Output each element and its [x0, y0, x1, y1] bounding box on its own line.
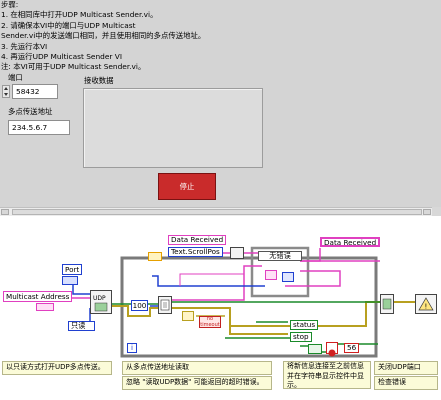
- step-line: 1. 在相同库中打开UDP Multicast Sender.vi。: [1, 10, 158, 20]
- svg-text:!: !: [425, 303, 428, 311]
- step-line: 注: 本VI可用于UDP Multicast Sender.vi。: [1, 62, 146, 72]
- status-unbundle[interactable]: status: [290, 320, 319, 330]
- multicast-address-terminal[interactable]: Multicast Address: [3, 291, 73, 302]
- no-timeout-icon[interactable]: no timeout: [199, 316, 221, 328]
- unbundle-error-icon: [182, 311, 194, 321]
- instructions-block: 步骤: 1. 在相同库中打开UDP Multicast Sender.vi。 2…: [1, 0, 281, 73]
- timeout-constant[interactable]: 100: [131, 300, 148, 311]
- data-received-indicator[interactable]: Data Received: [320, 237, 381, 247]
- udp-read-icon[interactable]: [158, 296, 172, 314]
- udp-open-multicast-icon[interactable]: UDP: [90, 290, 112, 314]
- step-line: 3. 先运行本VI: [1, 41, 48, 51]
- comment-close-udp: 关闭UDP端口: [374, 361, 438, 375]
- concatenate-strings-icon: [265, 270, 277, 280]
- scrollbar-thumb[interactable]: [12, 209, 422, 215]
- comment-concatenate: 将新信息连接至之前信息并在字符串显示控件中显示。: [283, 361, 371, 389]
- scroll-left-icon[interactable]: [1, 209, 9, 215]
- text-scrollpos-property[interactable]: Text.ScrollPos: [168, 247, 223, 257]
- stop-button[interactable]: 停止: [158, 173, 216, 200]
- string-length-icon: [230, 247, 244, 259]
- svg-text:UDP: UDP: [93, 295, 106, 302]
- comment-check-error: 检查错误: [374, 376, 438, 390]
- stop-terminal[interactable]: stop: [290, 332, 312, 342]
- port-label: 端口: [8, 73, 23, 82]
- case-selector[interactable]: 无错误: [258, 251, 302, 261]
- or-icon: [308, 344, 322, 354]
- comment-ignore-timeout: 忽略 "读取UDP数据" 可能返回的超时错误。: [122, 376, 272, 390]
- increment-decrement-icon[interactable]: [2, 85, 10, 98]
- comment-open: 以只读方式打开UDP多点传送。: [2, 361, 112, 375]
- resize-grip-icon[interactable]: [432, 207, 441, 216]
- step-line: Sender.vi中的发送端口相同，并且使用相同的多点传送地址。: [1, 31, 206, 41]
- string-length-icon: [282, 272, 294, 282]
- string-to-ip-icon: [36, 303, 54, 311]
- constant-icon: [148, 252, 162, 261]
- port-control[interactable]: 58432: [2, 84, 60, 99]
- block-diagram: Port Multicast Address UDP 只读 100 no tim…: [0, 216, 441, 400]
- comment-read: 从多点传送地址读取: [122, 361, 272, 375]
- horizontal-scrollbar[interactable]: [0, 207, 441, 216]
- front-panel: 步骤: 1. 在相同库中打开UDP Multicast Sender.vi。 2…: [0, 0, 441, 207]
- steps-title: 步骤:: [1, 0, 19, 9]
- multicast-address-input[interactable]: 234.5.6.7: [8, 120, 70, 135]
- mode-ring[interactable]: 只读: [68, 321, 95, 331]
- stop-condition-icon[interactable]: [326, 342, 338, 357]
- udp-close-icon[interactable]: [380, 294, 394, 314]
- received-data-display[interactable]: [83, 88, 263, 168]
- simple-error-handler-icon[interactable]: !: [415, 294, 437, 314]
- data-received-local[interactable]: Data Received: [168, 235, 227, 245]
- step-line: 2. 请确保本VI中的端口与UDP Multicast: [1, 20, 136, 30]
- step-line: 4. 再运行UDP Multicast Sender VI: [1, 52, 123, 62]
- scroll-right-icon[interactable]: [423, 209, 431, 215]
- loop-iteration-terminal: i: [127, 343, 137, 353]
- address-label: 多点传送地址: [8, 107, 53, 116]
- port-terminal[interactable]: Port: [62, 264, 83, 275]
- port-input[interactable]: 58432: [12, 84, 58, 99]
- constant-56[interactable]: 56: [344, 343, 360, 353]
- received-data-label: 接收数据: [84, 76, 114, 85]
- u16-icon: [62, 276, 78, 285]
